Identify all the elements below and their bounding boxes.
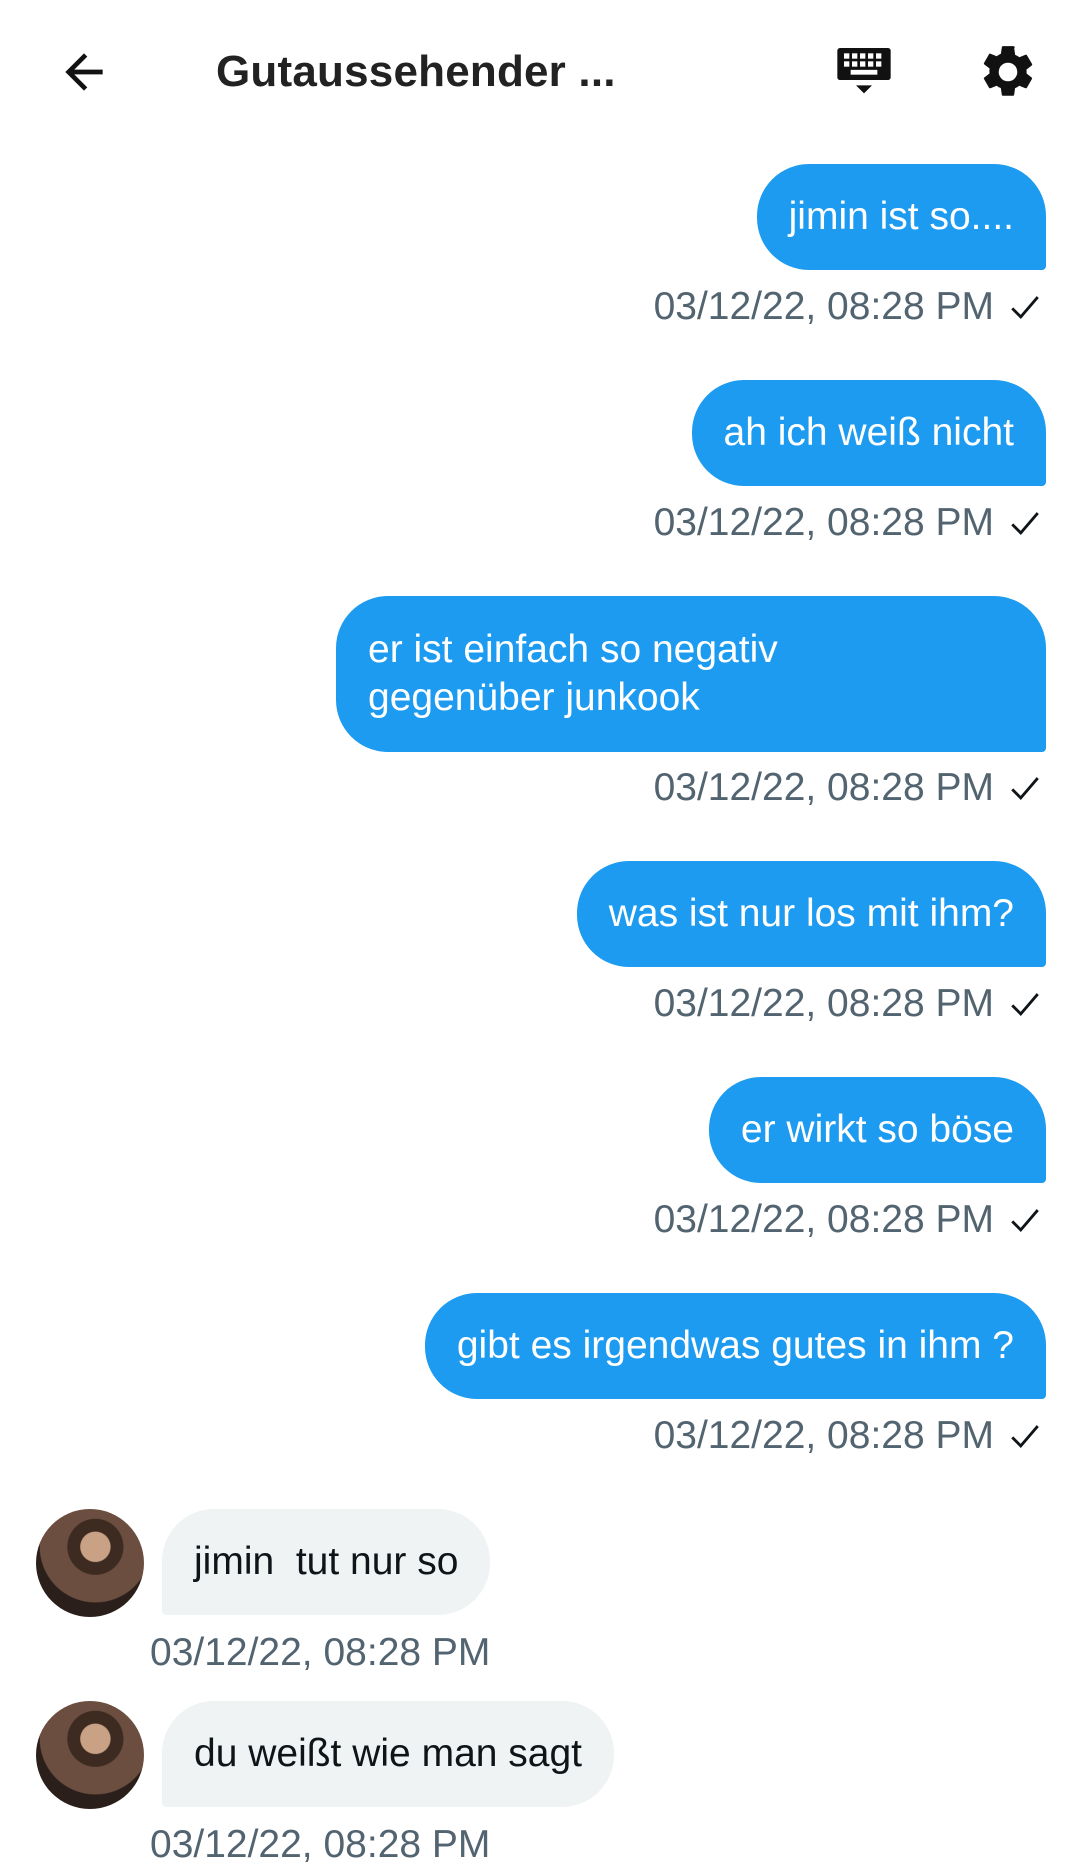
message-text: er wirkt so böse xyxy=(740,1108,1014,1151)
settings-button[interactable] xyxy=(972,36,1044,108)
message-meta: 03/12/22, 08:28 PM xyxy=(654,1412,1042,1460)
avatar[interactable] xyxy=(36,1701,144,1809)
read-check-icon xyxy=(1011,777,1039,801)
message-timestamp: 03/12/22, 08:28 PM xyxy=(150,1631,491,1674)
message-text: jimin tut nur so xyxy=(194,1540,459,1583)
message-text: du weißt wie man sagt xyxy=(194,1732,583,1775)
back-button[interactable] xyxy=(48,36,120,108)
message-meta: 03/12/22, 08:28 PM xyxy=(654,764,1042,812)
keyboard-button[interactable] xyxy=(828,36,900,108)
chat-header: Gutaussehender ... xyxy=(0,0,1080,140)
message-timestamp: 03/12/22, 08:28 PM xyxy=(150,1823,491,1866)
message-timestamp: 03/12/22, 08:28 PM xyxy=(653,285,994,328)
read-check-icon xyxy=(1011,1209,1039,1233)
message-meta: 03/12/22, 08:28 PM xyxy=(654,283,1042,331)
arrow-left-icon xyxy=(65,53,103,91)
read-check-icon xyxy=(1011,512,1039,536)
message-timestamp: 03/12/22, 08:28 PM xyxy=(653,1414,994,1457)
message-text: er ist einfach so negativ gegenüber junk… xyxy=(368,628,778,719)
read-check-icon xyxy=(1011,1425,1039,1449)
read-check-icon xyxy=(1011,296,1039,320)
incoming-message[interactable]: jimin tut nur so xyxy=(162,1509,491,1615)
outgoing-message[interactable]: jimin ist so.... xyxy=(756,164,1046,270)
message-meta: 03/12/22, 08:28 PM xyxy=(654,980,1042,1028)
outgoing-message[interactable]: ah ich weiß nicht xyxy=(691,380,1046,486)
message-timestamp: 03/12/22, 08:28 PM xyxy=(653,1198,994,1241)
outgoing-message[interactable]: was ist nur los mit ihm? xyxy=(576,861,1046,967)
message-text: was ist nur los mit ihm? xyxy=(608,892,1014,935)
message-timestamp: 03/12/22, 08:28 PM xyxy=(653,766,994,809)
outgoing-message[interactable]: er ist einfach so negativ gegenüber junk… xyxy=(336,596,1046,752)
avatar[interactable] xyxy=(36,1509,144,1617)
keyboard-icon xyxy=(837,48,891,94)
outgoing-message[interactable]: er wirkt so böse xyxy=(708,1077,1046,1183)
incoming-message[interactable]: du weißt wie man sagt xyxy=(162,1701,615,1807)
message-meta: 03/12/22, 08:28 PM xyxy=(654,499,1042,547)
message-timestamp: 03/12/22, 08:28 PM xyxy=(653,501,994,544)
read-check-icon xyxy=(1011,993,1039,1017)
message-text: gibt es irgendwas gutes in ihm ? xyxy=(456,1324,1014,1367)
message-text: ah ich weiß nicht xyxy=(723,411,1014,454)
outgoing-message[interactable]: gibt es irgendwas gutes in ihm ? xyxy=(424,1293,1046,1399)
message-meta: 03/12/22, 08:28 PM xyxy=(654,1196,1042,1244)
message-text: jimin ist so.... xyxy=(788,195,1014,238)
gear-icon xyxy=(983,46,1033,96)
message-timestamp: 03/12/22, 08:28 PM xyxy=(653,982,994,1025)
conversation-title: Gutaussehender ... xyxy=(216,47,616,96)
